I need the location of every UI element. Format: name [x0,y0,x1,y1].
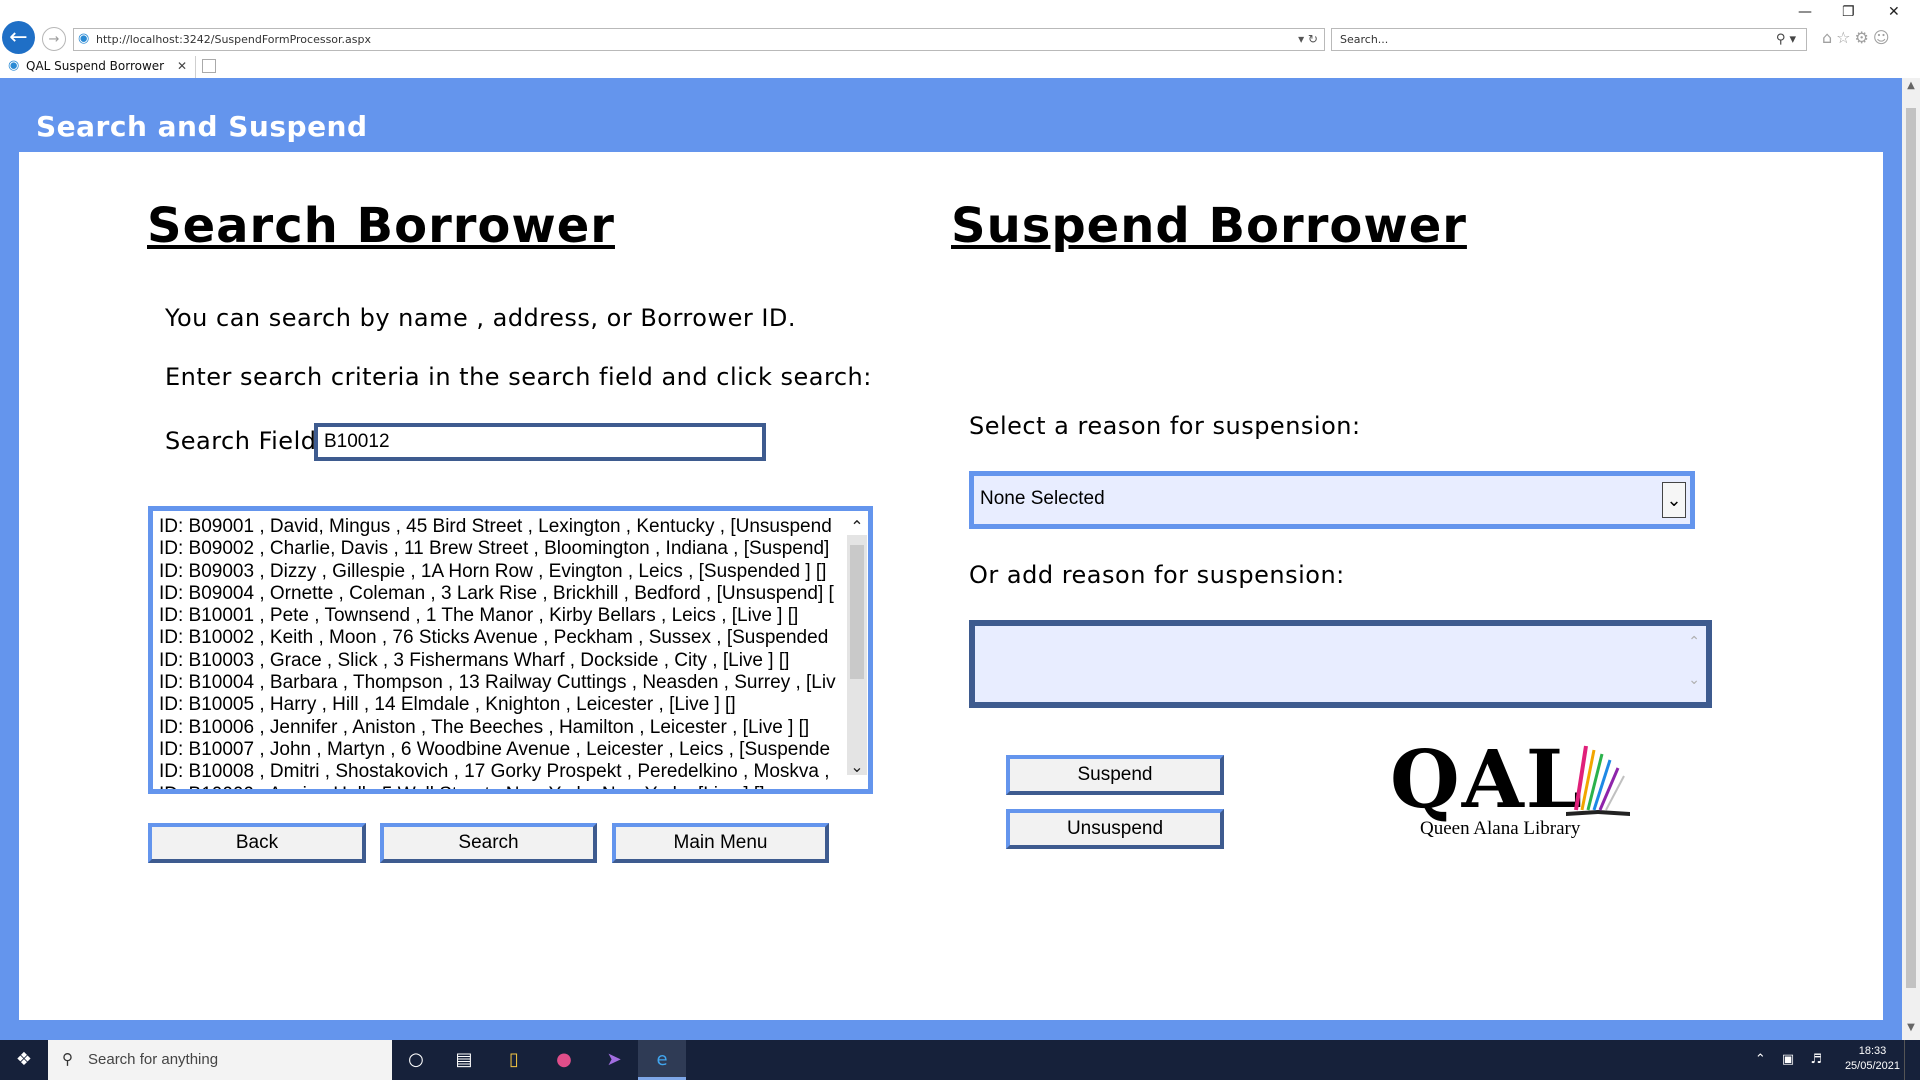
back-button[interactable]: Back [148,823,366,863]
close-tab-icon[interactable]: ✕ [177,56,187,77]
list-item[interactable]: ID: B10004 , Barbara , Thompson , 13 Rai… [159,672,849,694]
suspend-borrower-title: Suspend Borrower [951,198,1467,254]
tab-qal-suspend-borrower[interactable]: ◉ QAL Suspend Borrower ✕ [4,56,196,78]
search-hint-2: Enter search criteria in the search fiel… [165,363,872,391]
url-text[interactable]: http://localhost:3242/SuspendFormProcess… [96,29,371,50]
books-icon [1566,745,1630,816]
system-tray-icons[interactable]: ⌃ ▣ ♬ [1755,1040,1828,1080]
list-item[interactable]: ID: B10009 , Annie , Hall , 5 Wall Stree… [159,784,849,789]
new-tab-button[interactable] [202,59,216,73]
scroll-up-icon[interactable]: ▲ [1902,80,1920,91]
list-item[interactable]: ID: B09002 , Charlie, Davis , 11 Brew St… [159,538,849,560]
tab-strip: ◉ QAL Suspend Borrower ✕ [0,56,1920,79]
close-window-icon[interactable]: ✕ [1888,4,1900,20]
search-borrower-title: Search Borrower [147,198,615,254]
suspension-reason-select[interactable]: None Selected ⌄ [969,471,1695,529]
list-item[interactable]: ID: B09004 , Ornette , Coleman , 3 Lark … [159,583,849,605]
unsuspend-button[interactable]: Unsuspend [1006,809,1224,849]
scroll-down-icon[interactable]: ▼ [1902,1022,1920,1033]
logo-name: Queen Alana Library [1420,818,1581,839]
list-item[interactable]: ID: B10001 , Pete , Townsend , 1 The Man… [159,605,849,627]
textarea-scroll-down-icon[interactable]: ⌄ [1688,672,1700,688]
paint-icon[interactable]: ● [540,1040,588,1080]
list-scroll-thumb[interactable] [850,545,864,679]
taskbar-search-placeholder: Search for anything [88,1051,219,1068]
list-scroll-down-icon[interactable]: ⌄ [847,757,867,776]
visual-studio-icon[interactable]: ➤ [590,1040,638,1080]
list-item[interactable]: ID: B09001 , David, Mingus , 45 Bird Str… [159,516,849,538]
search-icon[interactable]: ⚲ ▾ [1776,29,1796,50]
taskbar: ❖ ⚲ Search for anything ○ ▤ ▯ ● ➤ e ⌃ ▣ … [0,1040,1920,1080]
results-rows: ID: B09001 , David, Mingus , 45 Bird Str… [159,516,849,789]
back-arrow-icon[interactable]: ← [2,21,35,54]
list-item[interactable]: ID: B10002 , Keith , Moon , 76 Sticks Av… [159,627,849,649]
search-field-input[interactable]: B10012 [314,423,766,461]
page-header: Search and Suspend [36,110,368,143]
ie-tab-icon: ◉ [8,58,20,73]
chevron-down-icon[interactable]: ⌄ [1662,482,1686,518]
search-button[interactable]: Search [380,823,597,863]
list-item[interactable]: ID: B10003 , Grace , Slick , 3 Fisherman… [159,650,849,672]
suspend-button[interactable]: Suspend [1006,755,1224,795]
scroll-thumb[interactable] [1906,108,1916,988]
logo-mark: QAL [1390,732,1585,826]
ie-page-icon: ◉ [78,31,90,46]
list-item[interactable]: ID: B09003 , Dizzy , Gillespie , 1A Horn… [159,561,849,583]
forward-arrow-icon[interactable]: → [42,27,66,51]
taskbar-search-input[interactable]: ⚲ Search for anything [48,1040,392,1080]
list-scrollbar[interactable] [847,535,867,775]
browser-search-placeholder: Search... [1340,33,1389,46]
suspension-reason-textarea[interactable]: ⌃ ⌄ [969,620,1712,708]
qal-logo: QAL Queen Alana Library [1390,732,1640,840]
cortana-icon[interactable]: ○ [392,1040,440,1080]
task-view-icon[interactable]: ▤ [440,1040,488,1080]
windows-start-icon[interactable]: ❖ [0,1040,48,1080]
minimize-icon[interactable]: — [1798,4,1812,20]
page-scrollbar[interactable]: ▲ ▼ [1902,78,1920,1040]
textarea-scroll-up-icon[interactable]: ⌃ [1688,634,1700,650]
tab-title: QAL Suspend Borrower [26,59,165,73]
internet-explorer-icon[interactable]: e [638,1040,686,1080]
list-item[interactable]: ID: B10006 , Jennifer , Aniston , The Be… [159,717,849,739]
search-hint-1: You can search by name , address, or Bor… [165,304,797,332]
address-bar[interactable]: ◉ http://localhost:3242/SuspendFormProce… [73,28,1325,51]
add-reason-label: Or add reason for suspension: [969,561,1345,589]
browser-search-input[interactable]: Search... ⚲ ▾ [1331,28,1807,51]
list-item[interactable]: ID: B10007 , John , Martyn , 6 Woodbine … [159,739,849,761]
browser-toolbar: ← → ◉ http://localhost:3242/SuspendFormP… [0,0,1920,56]
main-menu-button[interactable]: Main Menu [612,823,829,863]
suspension-reason-label: Select a reason for suspension: [969,412,1361,440]
selected-reason: None Selected [980,488,1105,509]
clock-date: 25/05/2021 [1844,1060,1900,1072]
show-desktop-button[interactable] [1904,1040,1918,1080]
file-explorer-icon[interactable]: ▯ [490,1040,538,1080]
clock-time: 18:33 [1858,1045,1887,1057]
search-field-label: Search Field: [165,427,326,455]
clock[interactable]: 18:33 25/05/2021 [1845,1044,1900,1074]
borrower-results-list[interactable]: ID: B09001 , David, Mingus , 45 Bird Str… [148,506,873,794]
list-item[interactable]: ID: B10005 , Harry , Hill , 14 Elmdale ,… [159,694,849,716]
list-scroll-up-icon[interactable]: ⌃ [847,517,867,536]
refresh-icon[interactable]: ▾ ↻ [1298,29,1318,50]
favorites-tools-icons[interactable]: ⌂☆⚙☺ [1822,28,1894,47]
restore-icon[interactable]: ❐ [1842,4,1855,20]
search-icon: ⚲ [62,1051,73,1068]
list-item[interactable]: ID: B10008 , Dmitri , Shostakovich , 17 … [159,761,849,783]
